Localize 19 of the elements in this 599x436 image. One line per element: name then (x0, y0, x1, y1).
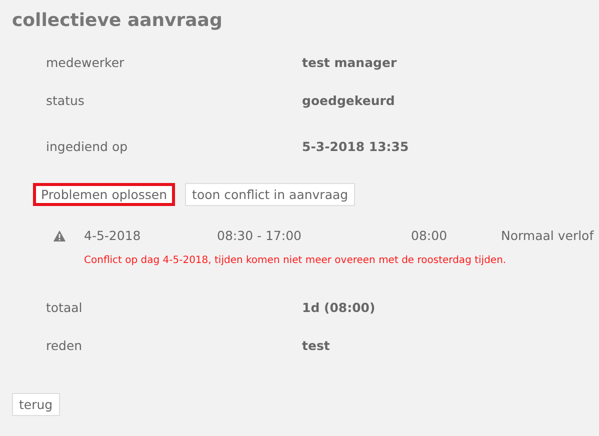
field-label: status (46, 92, 86, 108)
field-label: medewerker (46, 54, 126, 70)
action-button[interactable]: toon conflict in aanvraag (185, 183, 356, 206)
action-button[interactable]: Problemen oplossen (33, 183, 176, 206)
field-label: reden (46, 338, 84, 352)
back-button[interactable]: terug (12, 393, 60, 416)
field-value: 5-3-2018 13:35 (302, 138, 409, 154)
field-value: 1d (08:00) (302, 300, 376, 314)
field-value: test (302, 338, 330, 352)
conflict-message: Conflict op dag 4-5-2018, tijden komen niet meer overeen met de roosterdag tijden. (84, 255, 508, 266)
hours-cell-text: 08:00 (411, 228, 448, 243)
field-label: ingediend op (46, 138, 129, 154)
time-range-cell-text: 08:30 - 17:00 (217, 228, 303, 243)
field-label: totaal (46, 300, 84, 314)
field-value: test manager (302, 54, 397, 70)
leave-type-cell: Normaal verlof (501, 228, 594, 243)
page-title: collectieve aanvraag (12, 10, 222, 31)
date-cell-text: 4-5-2018 (84, 228, 142, 243)
field-value: goedgekeurd (302, 92, 395, 108)
